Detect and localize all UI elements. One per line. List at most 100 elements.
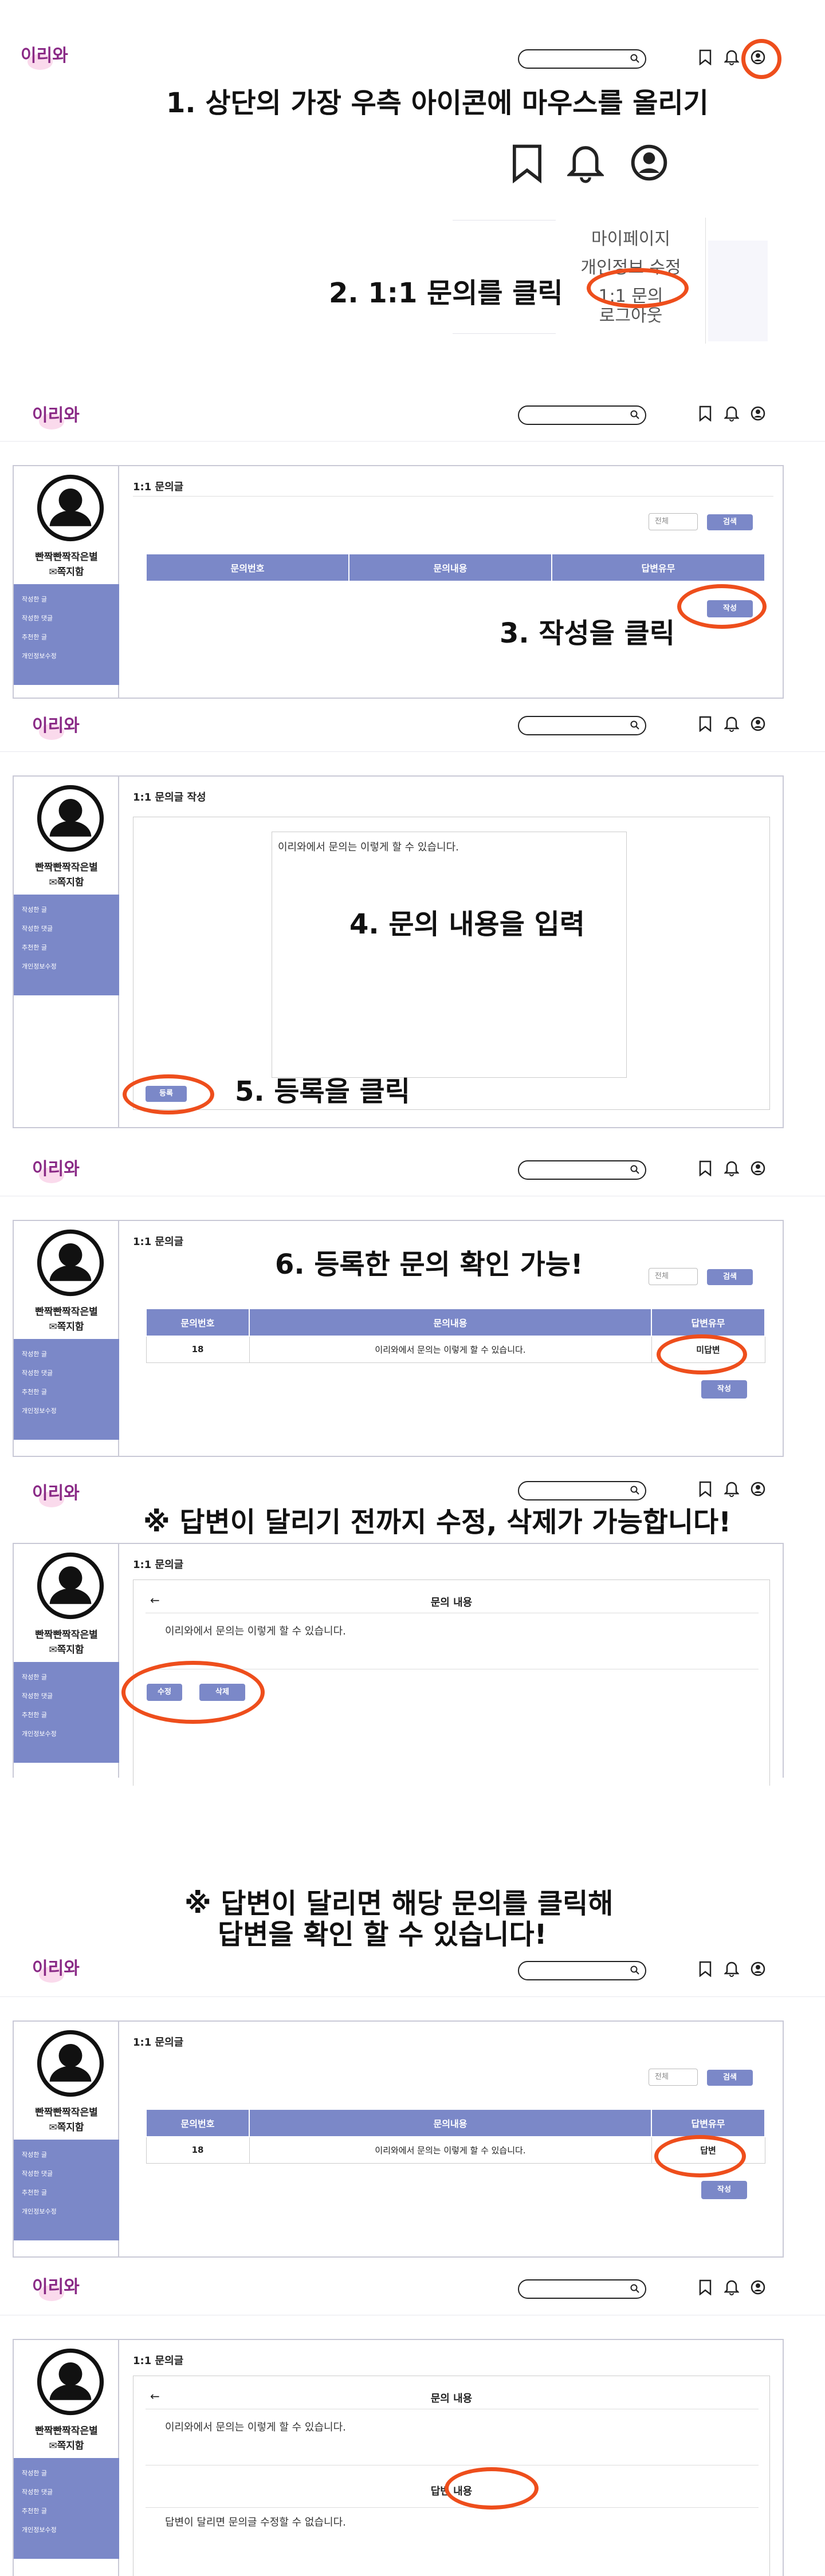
sidebar-item-liked[interactable]: 추천한 글 <box>14 1382 119 1401</box>
search-icon[interactable] <box>630 2284 639 2293</box>
sidebar-item-profile[interactable]: 개인정보수정 <box>14 647 119 665</box>
inquiry-detail-panel: 빤짝빤짝작은별 ✉쪽지함 작성한 글 작성한 댓글 추천한 글 개인정보수정 1… <box>13 1543 784 1786</box>
bookmark-icon[interactable] <box>698 1961 713 1977</box>
mailbox-link[interactable]: ✉쪽지함 <box>14 2119 119 2133</box>
sidebar-item-liked[interactable]: 추천한 글 <box>14 938 119 957</box>
search-icon[interactable] <box>630 1165 639 1174</box>
sidebar-item-liked[interactable]: 추천한 글 <box>14 628 119 647</box>
sidebar-item-comments[interactable]: 작성한 댓글 <box>14 2483 119 2502</box>
sidebar-item-liked[interactable]: 추천한 글 <box>14 2502 119 2520</box>
sidebar-menu: 작성한 글 작성한 댓글 추천한 글 개인정보수정 <box>14 1662 119 1763</box>
bookmark-icon[interactable] <box>698 716 713 732</box>
bell-icon[interactable] <box>724 1160 739 1176</box>
sidebar-item-profile[interactable]: 개인정보수정 <box>14 2520 119 2539</box>
sidebar-item-posts[interactable]: 작성한 글 <box>14 900 119 919</box>
step-2-text: 2. 1:1 문의를 클릭 <box>329 277 563 309</box>
inquiry-table: 문의번호 문의내용 답변유무 <box>146 553 765 582</box>
bell-icon[interactable] <box>724 405 739 422</box>
mailbox-link[interactable]: ✉쪽지함 <box>14 564 119 578</box>
search-button[interactable]: 검색 <box>707 2070 753 2086</box>
user-icon[interactable] <box>751 716 765 732</box>
sidebar-item-profile[interactable]: 개인정보수정 <box>14 1401 119 1420</box>
bookmark-icon[interactable] <box>698 405 713 422</box>
sidebar-item-liked[interactable]: 추천한 글 <box>14 2183 119 2202</box>
filter-select[interactable]: 전체 <box>649 513 698 530</box>
user-icon[interactable] <box>751 2279 765 2295</box>
user-icon[interactable] <box>751 1160 765 1176</box>
sidebar-item-posts[interactable]: 작성한 글 <box>14 2464 119 2483</box>
site-logo[interactable]: 이리와 <box>21 41 68 70</box>
user-icon[interactable] <box>751 1481 765 1497</box>
bookmark-icon[interactable] <box>698 1481 713 1497</box>
sidebar-item-comments[interactable]: 작성한 댓글 <box>14 2164 119 2183</box>
sidebar-menu: 작성한 글 작성한 댓글 추천한 글 개인정보수정 <box>14 584 119 685</box>
avatar-icon <box>37 474 104 542</box>
inquiry-content-input[interactable]: 이리와에서 문의는 이렇게 할 수 있습니다. <box>272 832 627 1078</box>
sidebar-item-comments[interactable]: 작성한 댓글 <box>14 919 119 938</box>
filter-select[interactable]: 전체 <box>649 1268 698 1285</box>
user-name: 빤짝빤짝작은별 <box>35 552 98 563</box>
sidebar-item-profile[interactable]: 개인정보수정 <box>14 957 119 976</box>
detail-title: 문의 내용 <box>430 1597 473 1609</box>
write-button[interactable]: 작성 <box>701 1380 747 1399</box>
bell-icon[interactable] <box>724 716 739 732</box>
user-icon[interactable] <box>751 405 765 422</box>
search-input[interactable] <box>518 1160 646 1180</box>
search-icon[interactable] <box>630 54 639 63</box>
sidebar-item-comments[interactable]: 작성한 댓글 <box>14 609 119 628</box>
bell-icon[interactable] <box>724 1961 739 1977</box>
sidebar-item-posts[interactable]: 작성한 글 <box>14 1345 119 1364</box>
sidebar-item-comments[interactable]: 작성한 댓글 <box>14 1364 119 1382</box>
menu-mypage[interactable]: 마이페이지 <box>556 224 706 250</box>
step-4-text: 4. 문의 내용을 입력 <box>349 908 585 940</box>
avatar-icon <box>37 2030 104 2097</box>
search-input[interactable] <box>518 1481 646 1500</box>
site-logo[interactable]: 이리와 <box>32 1479 80 1507</box>
note-editable-text: ※ 답변이 달리기 전까지 수정, 삭제가 가능합니다! <box>143 1506 732 1538</box>
bookmark-icon[interactable] <box>698 1160 713 1176</box>
site-logo[interactable]: 이리와 <box>32 401 80 430</box>
search-input[interactable] <box>518 716 646 735</box>
user-name: 빤짝빤짝작은별 <box>35 862 98 873</box>
bell-icon[interactable] <box>724 2279 739 2295</box>
sidebar-menu: 작성한 글 작성한 댓글 추천한 글 개인정보수정 <box>14 2140 119 2240</box>
sidebar-item-posts[interactable]: 작성한 글 <box>14 2145 119 2164</box>
mailbox-link[interactable]: ✉쪽지함 <box>14 2437 119 2452</box>
search-icon[interactable] <box>630 1966 639 1975</box>
sidebar-item-profile[interactable]: 개인정보수정 <box>14 1724 119 1743</box>
search-icon[interactable] <box>630 720 639 730</box>
search-icon[interactable] <box>630 410 639 419</box>
detail-content: 이리와에서 문의는 이렇게 할 수 있습니다. <box>165 1625 346 1637</box>
search-input[interactable] <box>518 405 646 425</box>
filter-select[interactable]: 전체 <box>649 2069 698 2086</box>
site-logo[interactable]: 이리와 <box>32 2272 80 2301</box>
user-name: 빤짝빤짝작은별 <box>35 2107 98 2118</box>
bookmark-icon[interactable] <box>698 2279 713 2295</box>
mailbox-link[interactable]: ✉쪽지함 <box>14 874 119 888</box>
site-logo[interactable]: 이리와 <box>32 1155 80 1183</box>
search-input[interactable] <box>518 49 646 69</box>
mailbox-link[interactable]: ✉쪽지함 <box>14 1641 119 1656</box>
user-icon[interactable] <box>751 1961 765 1977</box>
search-button[interactable]: 검색 <box>707 514 753 530</box>
mailbox-link[interactable]: ✉쪽지함 <box>14 1318 119 1333</box>
search-icon[interactable] <box>630 1486 639 1495</box>
bell-icon[interactable] <box>724 1481 739 1497</box>
bell-icon[interactable] <box>724 49 739 65</box>
sidebar-item-profile[interactable]: 개인정보수정 <box>14 2202 119 2221</box>
inquiry-list-panel: 빤짝빤짝작은별 ✉쪽지함 작성한 글 작성한 댓글 추천한 글 개인정보수정 1… <box>13 465 784 699</box>
search-button[interactable]: 검색 <box>707 1269 753 1285</box>
sidebar-menu: 작성한 글 작성한 댓글 추천한 글 개인정보수정 <box>14 1339 119 1440</box>
sidebar-item-liked[interactable]: 추천한 글 <box>14 1705 119 1724</box>
site-logo[interactable]: 이리와 <box>32 711 80 740</box>
bell-icon-large <box>567 146 604 183</box>
search-input[interactable] <box>518 2279 646 2299</box>
search-input[interactable] <box>518 1961 646 1980</box>
sidebar-item-posts[interactable]: 작성한 글 <box>14 590 119 609</box>
sidebar-item-posts[interactable]: 작성한 글 <box>14 1668 119 1687</box>
bookmark-icon[interactable] <box>698 49 713 65</box>
site-logo[interactable]: 이리와 <box>32 1954 80 1983</box>
sidebar-item-comments[interactable]: 작성한 댓글 <box>14 1687 119 1705</box>
avatar-icon <box>37 785 104 852</box>
write-button[interactable]: 작성 <box>701 2181 747 2199</box>
